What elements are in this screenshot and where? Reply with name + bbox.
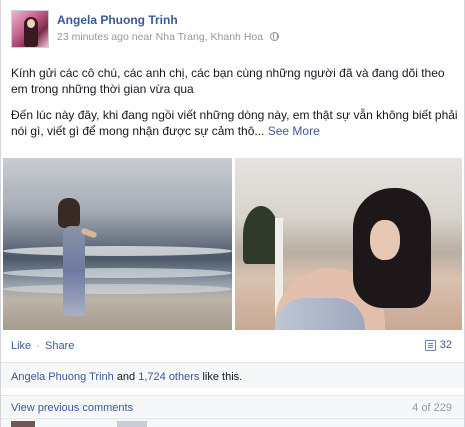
comments-count[interactable]: 32 [424, 339, 452, 351]
wave-shape [3, 268, 232, 278]
previous-comments-bar: View previous comments 4 of 229 [1, 395, 464, 417]
post-header: Angela Phuong Trinh 23 minutes ago near … [11, 10, 451, 50]
location-prefix: near [131, 31, 153, 43]
commenter-avatar[interactable] [11, 421, 35, 427]
palm-tree [243, 206, 279, 264]
wave-shape [3, 246, 232, 256]
photo-grid [3, 158, 462, 330]
see-more-link[interactable]: See More [268, 124, 320, 138]
post-message: Kính gửi các cô chú, các anh chị, các bạ… [11, 65, 459, 149]
comment-icon [424, 339, 436, 351]
likes-and: and [116, 371, 136, 383]
wave-shape [3, 284, 232, 294]
post-paragraph-2-text: Đến lúc này đây, khi đang ngồi viết nhữn… [11, 108, 458, 138]
commenter-text-fragment [117, 421, 147, 427]
likes-summary: Angela Phuong Trinh and 1,724 others lik… [11, 371, 242, 383]
comments-pager: 4 of 229 [412, 402, 452, 414]
share-link[interactable]: Share [45, 340, 74, 352]
liker-name[interactable]: Angela Phuong Trinh [11, 371, 114, 383]
woman-dress [63, 226, 85, 316]
likes-suffix: like this. [202, 371, 243, 383]
photo-beach[interactable] [3, 158, 232, 330]
likes-bar: Angela Phuong Trinh and 1,724 others lik… [1, 362, 464, 388]
post-meta: 23 minutes ago near Nha Trang, Khanh Hoa [57, 31, 279, 43]
post-paragraph-1: Kính gửi các cô chú, các anh chị, các bạ… [11, 66, 445, 96]
next-comment-row [1, 418, 464, 427]
author-name[interactable]: Angela Phuong Trinh [57, 13, 178, 27]
woman-hair [58, 198, 80, 228]
like-link[interactable]: Like [11, 340, 31, 352]
view-previous-comments[interactable]: View previous comments [11, 402, 133, 414]
globe-icon[interactable] [270, 32, 279, 41]
photo-portrait[interactable] [235, 158, 462, 330]
woman-face [370, 220, 400, 260]
comment-count-value: 32 [439, 339, 452, 351]
avatar-face [27, 19, 35, 28]
likes-others[interactable]: 1,724 others [138, 371, 199, 383]
post-card: Angela Phuong Trinh 23 minutes ago near … [0, 0, 465, 427]
woman-dress [275, 298, 365, 330]
post-location[interactable]: Nha Trang, Khanh Hoa [156, 31, 263, 43]
post-time[interactable]: 23 minutes ago [57, 31, 129, 43]
author-avatar[interactable] [11, 10, 49, 48]
post-actions: Like · Share [11, 340, 74, 352]
post-paragraph-2: Đến lúc này đây, khi đang ngồi viết nhữn… [11, 107, 459, 139]
action-separator: · [36, 340, 40, 352]
